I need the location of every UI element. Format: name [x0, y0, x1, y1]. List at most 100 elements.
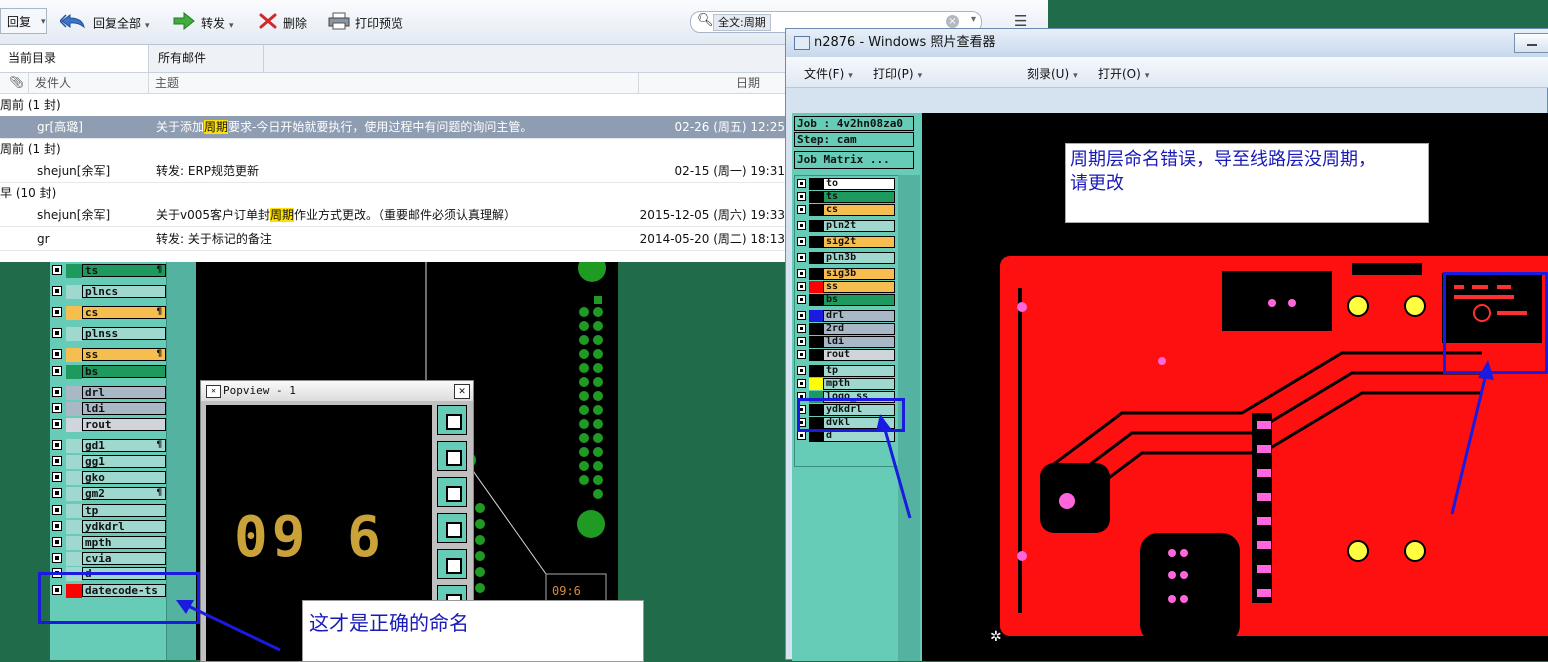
layer-row[interactable]: gd1 ¶	[52, 439, 166, 453]
layer-checkbox[interactable]	[52, 387, 62, 397]
chevron-down-icon[interactable]: ▾	[229, 21, 234, 31]
layer-checkbox[interactable]	[797, 192, 806, 201]
viewer-layer-row[interactable]: sig2t	[797, 236, 895, 248]
menu-burn[interactable]: 刻录(U) ▾	[1027, 65, 1078, 82]
viewer-layer-row[interactable]: bs	[797, 294, 895, 306]
print-preview-button[interactable]: 打印预览	[328, 12, 403, 32]
table-row[interactable]: shejun[余军] 关于v005客户订单封周期作业方式更改。（重要邮件必须认真…	[0, 204, 785, 227]
viewer-layer-row[interactable]: tp	[797, 365, 895, 377]
zoom-home-icon[interactable]	[437, 405, 467, 435]
layer-checkbox[interactable]	[797, 253, 806, 262]
layer-row[interactable]: drl	[52, 386, 166, 400]
reply-all-button[interactable]: 回复全部 ▾	[58, 12, 150, 32]
layer-checkbox[interactable]	[52, 349, 62, 359]
layer-checkbox[interactable]	[52, 537, 62, 547]
pan-right-icon[interactable]	[437, 549, 467, 579]
table-row[interactable]: gr[高璐] 关于添加周期要求-今日开始就要执行，使用过程中有问题的询问主管。 …	[0, 116, 785, 139]
viewer-layer-row[interactable]: ss	[797, 281, 895, 293]
layer-checkbox[interactable]	[797, 337, 806, 346]
layer-row[interactable]: cvia	[52, 552, 166, 566]
layer-checkbox[interactable]	[797, 350, 806, 359]
layer-row[interactable]: plnss	[52, 327, 166, 341]
layer-checkbox[interactable]	[797, 324, 806, 333]
layer-row[interactable]: ldi	[52, 402, 166, 416]
viewer-layer-row[interactable]: 2rd	[797, 323, 895, 335]
pan-up-icon[interactable]	[437, 441, 467, 471]
chevron-down-icon[interactable]: ▾	[41, 9, 46, 35]
layer-checkbox[interactable]	[52, 505, 62, 515]
layer-row[interactable]: mpth	[52, 536, 166, 550]
minimize-button[interactable]	[1514, 33, 1548, 53]
layer-checkbox[interactable]	[797, 282, 806, 291]
forward-button[interactable]: 转发 ▾	[172, 11, 234, 32]
layer-row[interactable]: gg1	[52, 455, 166, 469]
layer-checkbox[interactable]	[52, 366, 62, 376]
layer-row[interactable]: rout	[52, 418, 166, 432]
viewer-layer-row[interactable]: ts	[797, 191, 895, 203]
column-from[interactable]: 发件人	[28, 73, 145, 93]
layer-checkbox[interactable]	[52, 419, 62, 429]
layer-checkbox[interactable]	[52, 307, 62, 317]
reply-button[interactable]: 回复 ▾	[0, 8, 47, 34]
layer-checkbox[interactable]	[797, 237, 806, 246]
viewer-layer-row[interactable]: cs	[797, 204, 895, 216]
viewer-layer-row[interactable]: pln2t	[797, 220, 895, 232]
layer-checkbox[interactable]	[52, 456, 62, 466]
layer-checkbox[interactable]	[52, 328, 62, 338]
attachment-icon[interactable]: 📎︎	[9, 75, 24, 89]
table-row[interactable]: shejun[余军] 转发: ERP规范更新 02-15 (周一) 19:31	[0, 160, 785, 183]
chevron-down-icon[interactable]: ▾	[145, 21, 150, 31]
layer-checkbox[interactable]	[52, 488, 62, 498]
column-subject[interactable]: 主题	[148, 73, 635, 93]
chevron-down-icon[interactable]: ▾	[971, 14, 976, 25]
group-header[interactable]: 周前 (1 封)	[0, 139, 785, 160]
viewer-layer-row[interactable]: drl	[797, 310, 895, 322]
menu-file[interactable]: 文件(F) ▾	[804, 65, 853, 82]
layer-checkbox[interactable]	[52, 472, 62, 482]
layer-checkbox[interactable]	[52, 521, 62, 531]
job-matrix-button[interactable]: Job Matrix ...	[794, 151, 914, 169]
search-token[interactable]: 全文:周期	[713, 14, 771, 31]
layer-row[interactable]: gko	[52, 471, 166, 485]
menu-print[interactable]: 打印(P) ▾	[873, 65, 922, 82]
layer-row[interactable]: cs ¶	[52, 306, 166, 320]
viewer-layer-row[interactable]: pln3b	[797, 252, 895, 264]
group-header[interactable]: 周前 (1 封)	[0, 95, 785, 116]
table-row[interactable]: gr 转发: 关于标记的备注 2014-05-20 (周二) 18:13	[0, 228, 785, 251]
layer-checkbox[interactable]	[797, 379, 806, 388]
layer-checkbox[interactable]	[797, 205, 806, 214]
viewer-layer-row[interactable]: mpth	[797, 378, 895, 390]
pan-left-icon[interactable]	[437, 513, 467, 543]
group-header[interactable]: 早 (10 封)	[0, 183, 785, 204]
layer-checkbox[interactable]	[52, 265, 62, 275]
layer-row[interactable]: ts ¶	[52, 264, 166, 278]
layer-checkbox[interactable]	[797, 366, 806, 375]
column-date[interactable]: 日期	[638, 73, 778, 93]
tab-current-folder[interactable]: 当前目录	[0, 45, 149, 72]
layer-row[interactable]: ydkdrl	[52, 520, 166, 534]
delete-button[interactable]: 删除	[258, 12, 307, 32]
layer-checkbox[interactable]	[52, 553, 62, 563]
viewer-layer-row[interactable]: rout	[797, 349, 895, 361]
layer-row[interactable]: plncs	[52, 285, 166, 299]
pan-down-icon[interactable]	[437, 477, 467, 507]
menu-open[interactable]: 打开(O) ▾	[1098, 65, 1149, 82]
layer-checkbox[interactable]	[797, 179, 806, 188]
clear-search-icon[interactable]: ×	[946, 15, 959, 28]
layer-checkbox[interactable]	[52, 403, 62, 413]
viewer-layer-row[interactable]: sig3b	[797, 268, 895, 280]
tab-all-mail[interactable]: 所有邮件	[150, 45, 264, 72]
layer-checkbox[interactable]	[797, 221, 806, 230]
viewer-layer-row[interactable]: to	[797, 178, 895, 190]
layer-row[interactable]: tp	[52, 504, 166, 518]
layer-checkbox[interactable]	[797, 295, 806, 304]
layer-checkbox[interactable]	[52, 440, 62, 450]
layer-checkbox[interactable]	[797, 269, 806, 278]
viewer-layer-row[interactable]: ldi	[797, 336, 895, 348]
layer-row[interactable]: gm2 ¶	[52, 487, 166, 501]
viewer-titlebar[interactable]: n2876 - Windows 照片查看器	[786, 29, 1548, 57]
close-icon[interactable]: ✕	[454, 384, 470, 399]
popview-titlebar[interactable]: ✕ Popview - 1 ✕	[201, 381, 473, 401]
layer-checkbox[interactable]	[797, 311, 806, 320]
layer-checkbox[interactable]	[52, 286, 62, 296]
